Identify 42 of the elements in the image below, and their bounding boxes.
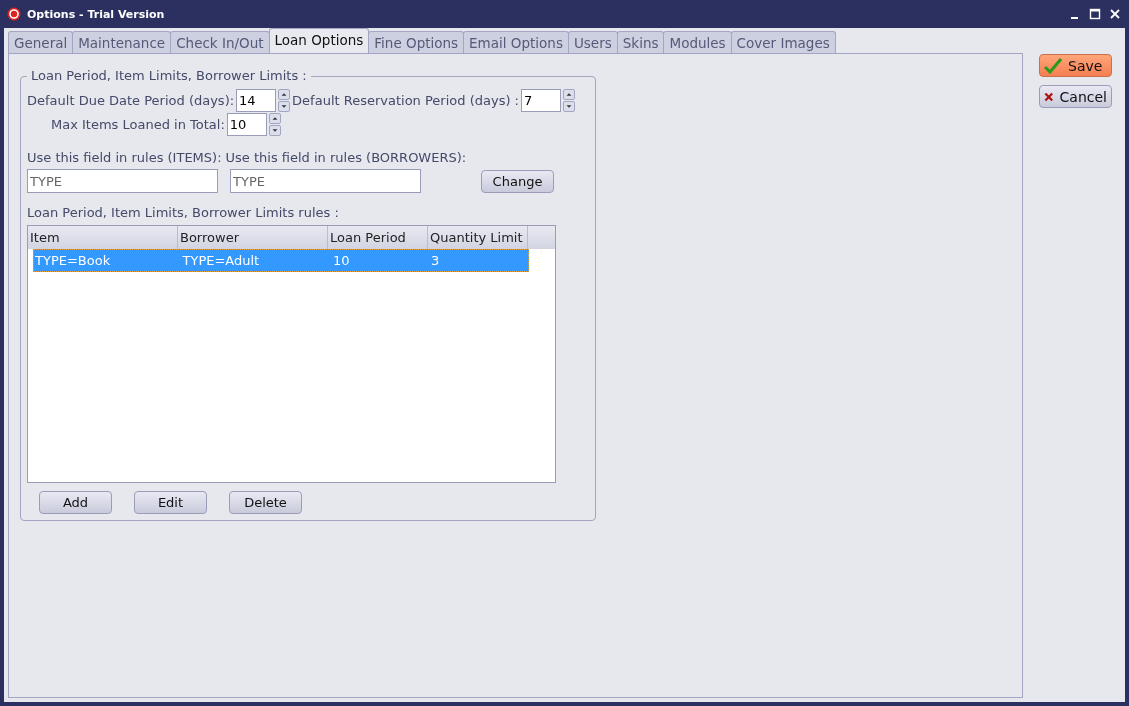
items-field-input[interactable]: TYPE	[27, 169, 218, 193]
dialog-button[interactable]: Save	[1039, 54, 1112, 77]
action-button[interactable]: Add	[39, 491, 112, 514]
borrowers-field-input[interactable]: TYPE	[230, 169, 421, 193]
field-label: Default Reservation Period (days) :	[292, 93, 519, 108]
tab[interactable]: Cover Images	[730, 31, 836, 53]
table-cell-text: TYPE=Adult	[181, 253, 261, 268]
spin-up-icon[interactable]	[268, 113, 281, 124]
max-items-input[interactable]: 10	[226, 113, 267, 136]
spin-down-icon[interactable]	[268, 125, 281, 136]
checkmark-icon	[1044, 57, 1062, 74]
field-label: Default Due Date Period (days):	[27, 93, 235, 108]
tab[interactable]: Skins	[616, 31, 665, 53]
spin-up-icon[interactable]	[278, 89, 291, 100]
table-cell-text: 10	[332, 253, 351, 268]
field-label: Use this field in rules (BORROWERS):	[225, 150, 467, 165]
dialog-button[interactable]: Cancel	[1039, 85, 1112, 108]
tab[interactable]: Check In/Out	[170, 31, 270, 53]
app-logo-icon	[7, 7, 21, 21]
table-cell-text: 3	[430, 253, 441, 268]
spin-down-icon[interactable]	[278, 101, 291, 112]
tab[interactable]: Maintenance	[72, 31, 172, 53]
spin-up-icon[interactable]	[563, 89, 575, 100]
tab[interactable]: General	[8, 31, 74, 53]
spin-down-icon[interactable]	[563, 101, 575, 112]
window-title: Options - Trial Version	[27, 7, 165, 21]
tab[interactable]: Modules	[663, 31, 732, 53]
tab[interactable]: Users	[567, 31, 618, 53]
action-button[interactable]: Edit	[134, 491, 207, 514]
close-icon[interactable]	[1109, 8, 1121, 20]
field-label: Use this field in rules (ITEMS):	[27, 150, 222, 165]
reservation-input[interactable]: 7	[521, 89, 561, 112]
action-button[interactable]: Delete	[229, 491, 302, 514]
group-title: Loan Period, Item Limits, Borrower Limits :	[27, 68, 311, 83]
maximize-icon[interactable]	[1089, 8, 1101, 20]
tab[interactable]: Email Options	[463, 31, 569, 53]
tab[interactable]: Fine Options	[368, 31, 465, 53]
due-date-input[interactable]: 14	[236, 89, 277, 112]
change-button[interactable]: Change	[481, 169, 554, 193]
rules-label: Loan Period, Item Limits, Borrower Limits rules :	[27, 205, 340, 220]
field-label: Max Items Loaned in Total:	[51, 117, 225, 132]
table-cell-text: TYPE=Book	[34, 253, 112, 268]
